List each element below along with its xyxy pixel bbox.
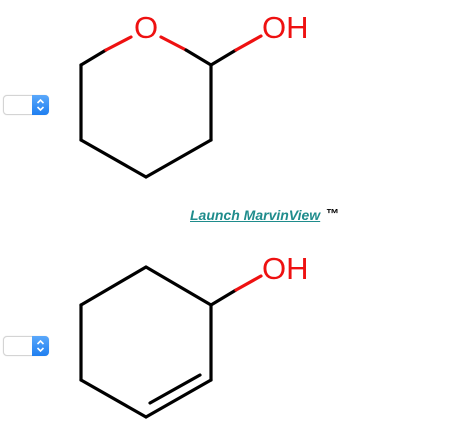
molecule-2-structure: OH	[79, 251, 309, 419]
hydroxyl-label: OH	[262, 251, 309, 286]
